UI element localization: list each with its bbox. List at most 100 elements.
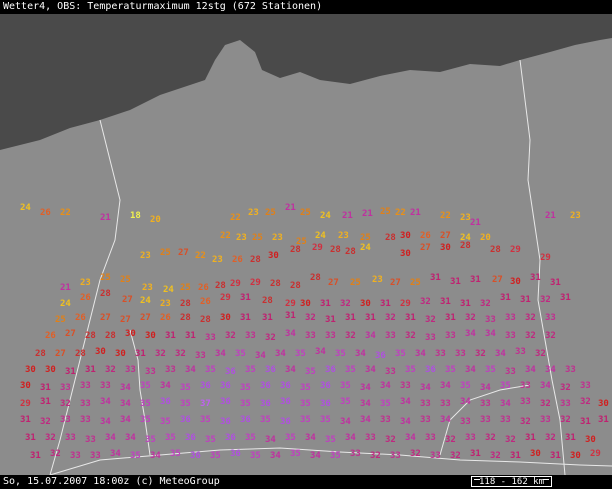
station-reading: 27 — [390, 278, 401, 288]
station-reading: 33 — [245, 331, 256, 341]
station-reading: 28 — [290, 245, 301, 255]
station-reading: 37 — [200, 399, 211, 409]
station-reading: 21 — [545, 211, 556, 221]
station-reading: 22 — [195, 251, 206, 261]
station-reading: 34 — [270, 451, 281, 461]
station-reading: 36 — [185, 433, 196, 443]
station-reading: 34 — [100, 417, 111, 427]
station-reading: 35 — [250, 451, 261, 461]
station-reading: 32 — [525, 313, 536, 323]
station-reading: 32 — [60, 399, 71, 409]
station-reading: 30 — [220, 313, 231, 323]
station-reading: 33 — [385, 331, 396, 341]
station-reading: 30 — [45, 365, 56, 375]
station-reading: 22 — [60, 208, 71, 218]
station-reading: 34 — [480, 383, 491, 393]
station-reading: 33 — [60, 415, 71, 425]
station-reading: 31 — [40, 397, 51, 407]
station-reading: 24 — [163, 285, 174, 295]
station-reading: 35 — [295, 349, 306, 359]
station-reading: 34 — [345, 433, 356, 443]
station-reading: 33 — [80, 415, 91, 425]
station-reading: 33 — [145, 367, 156, 377]
station-reading: 34 — [215, 349, 226, 359]
station-reading: 27 — [178, 248, 189, 258]
station-reading: 26 — [75, 313, 86, 323]
station-reading: 34 — [265, 435, 276, 445]
station-reading: 30 — [570, 451, 581, 461]
station-reading: 33 — [380, 415, 391, 425]
station-reading: 20 — [150, 215, 161, 225]
station-reading: 36 — [180, 415, 191, 425]
station-reading: 31 — [550, 451, 561, 461]
station-reading: 31 — [460, 299, 471, 309]
station-reading: 35 — [235, 349, 246, 359]
station-reading: 33 — [420, 399, 431, 409]
station-reading: 28 — [215, 281, 226, 291]
station-reading: 26 — [80, 293, 91, 303]
station-reading: 33 — [60, 383, 71, 393]
station-reading: 34 — [440, 415, 451, 425]
station-reading: 23 — [80, 278, 91, 288]
station-reading: 30 — [20, 381, 31, 391]
station-reading: 23 — [236, 233, 247, 243]
station-reading: 31 — [325, 315, 336, 325]
station-reading: 31 — [165, 331, 176, 341]
station-reading: 21 — [470, 218, 481, 228]
station-reading: 31 — [20, 415, 31, 425]
station-reading: 29 — [220, 293, 231, 303]
station-reading: 33 — [505, 331, 516, 341]
weather-map[interactable]: 24 26 22 21 18 20 22 23 25 21 25 24 21 21 25 22 21 22 23 21… — [0, 0, 612, 489]
station-reading: 33 — [420, 415, 431, 425]
station-reading: 29 — [250, 278, 261, 288]
station-reading: 28 — [490, 245, 501, 255]
station-reading: 22 — [395, 208, 406, 218]
station-reading: 36 — [320, 399, 331, 409]
station-reading: 35 — [300, 415, 311, 425]
station-reading: 29 — [540, 253, 551, 263]
station-reading: 27 — [55, 349, 66, 359]
station-reading: 34 — [340, 417, 351, 427]
station-reading: 32 — [545, 433, 556, 443]
station-reading: 33 — [455, 349, 466, 359]
station-reading: 31 — [285, 311, 296, 321]
station-reading: 31 — [445, 313, 456, 323]
station-reading: 36 — [325, 365, 336, 375]
station-reading: 32 — [480, 299, 491, 309]
station-reading: 34 — [500, 399, 511, 409]
station-reading: 33 — [460, 417, 471, 427]
station-reading: 33 — [445, 331, 456, 341]
station-reading: 35 — [170, 449, 181, 459]
station-reading: 36 — [260, 399, 271, 409]
station-reading: 33 — [390, 451, 401, 461]
station-reading: 33 — [435, 349, 446, 359]
station-reading: 34 — [400, 417, 411, 427]
station-reading: 33 — [545, 313, 556, 323]
station-reading: 33 — [205, 333, 216, 343]
station-reading: 31 — [85, 365, 96, 375]
station-reading: 28 — [85, 331, 96, 341]
station-reading: 35 — [245, 433, 256, 443]
station-reading: 23 — [570, 211, 581, 221]
station-reading: 34 — [100, 397, 111, 407]
station-reading: 32 — [560, 415, 571, 425]
station-reading: 32 — [485, 433, 496, 443]
station-reading: 31 — [25, 433, 36, 443]
station-reading: 21 — [100, 213, 111, 223]
station-reading: 31 — [365, 313, 376, 323]
station-reading: 35 — [240, 399, 251, 409]
station-reading: 27 — [65, 329, 76, 339]
station-reading: 28 — [75, 349, 86, 359]
station-reading: 30 — [440, 243, 451, 253]
station-reading: 34 — [120, 399, 131, 409]
station-reading: 30 — [530, 449, 541, 459]
station-reading: 35 — [300, 383, 311, 393]
station-reading: 33 — [440, 399, 451, 409]
station-reading: 24 — [60, 299, 71, 309]
station-reading: 33 — [385, 367, 396, 377]
station-reading: 22 — [220, 231, 231, 241]
station-reading: 28 — [270, 279, 281, 289]
station-reading: 36 — [220, 381, 231, 391]
station-reading: 36 — [240, 415, 251, 425]
station-reading: 31 — [450, 277, 461, 287]
